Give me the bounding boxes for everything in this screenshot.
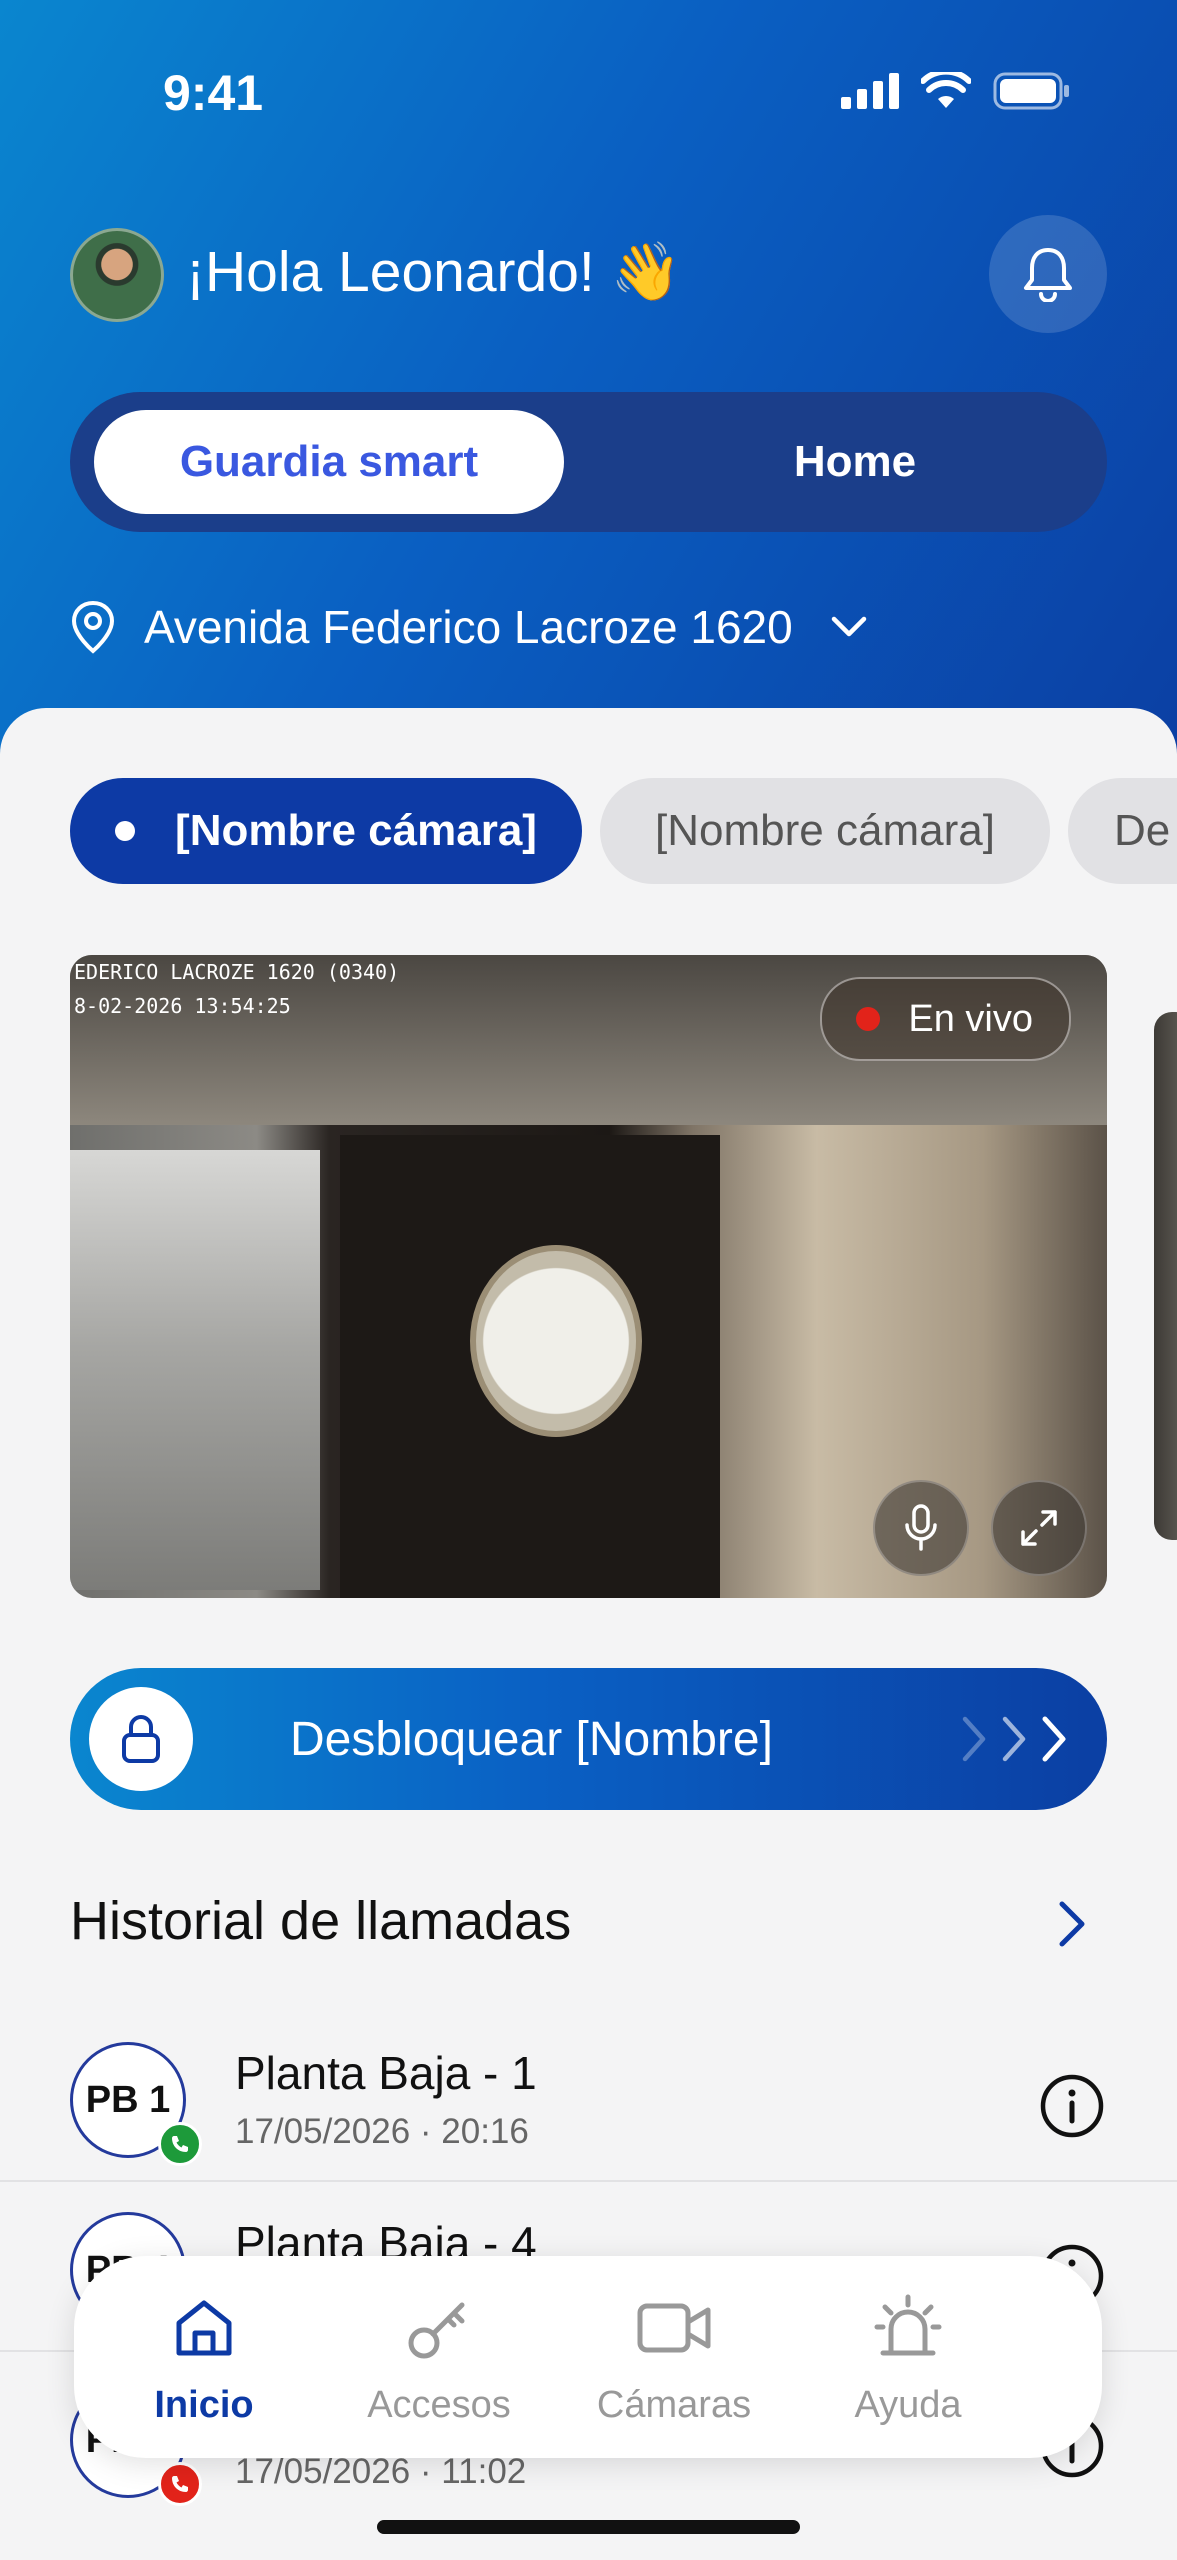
tab-label: Ayuda [854, 2384, 962, 2426]
camera-feed-street [70, 1150, 320, 1590]
camera-chip-selected[interactable]: [Nombre cámara] [70, 778, 582, 884]
segment-home[interactable]: Home [630, 410, 1080, 514]
segment-guardia-smart[interactable]: Guardia smart [94, 410, 564, 514]
status-icons [841, 72, 1071, 110]
camera-live-view[interactable]: EDERICO LACROZE 1620 (0340) 8-02-2026 13… [70, 955, 1107, 1598]
video-camera-icon [636, 2288, 712, 2368]
camera-timestamp-overlay: EDERICO LACROZE 1620 (0340) 8-02-2026 13… [70, 955, 399, 1023]
chevron-right-icon [1042, 1716, 1066, 1762]
header: 9:41 ¡Hola Leonardo! 👋 Guardia smart Hom… [0, 0, 1177, 780]
signal-icon [841, 73, 899, 109]
status-bar: 9:41 [0, 0, 1177, 190]
camera-chip[interactable]: [Nombre cámara] [600, 778, 1050, 884]
call-history-row[interactable]: PB 1 Planta Baja - 1 17/05/2026 · 20:16 [0, 2012, 1177, 2182]
siren-icon [873, 2288, 943, 2368]
home-indicator [377, 2520, 800, 2534]
avatar[interactable] [70, 228, 164, 322]
info-icon[interactable] [1038, 2072, 1106, 2140]
home-icon [171, 2288, 237, 2368]
location-pin-icon [71, 600, 115, 654]
chevron-right-icon [1002, 1716, 1026, 1762]
live-badge: En vivo [820, 977, 1071, 1061]
camera-overlay-datetime: 8-02-2026 13:54:25 [74, 994, 291, 1018]
unlock-label: Desbloquear [Nombre] [290, 1712, 773, 1766]
camera-chips: [Nombre cámara] [Nombre cámara] De [70, 778, 1177, 884]
tab-label: Accesos [367, 2384, 511, 2426]
camera-feed-window [470, 1245, 642, 1437]
unlock-handle[interactable] [89, 1687, 193, 1791]
battery-icon [993, 72, 1069, 110]
camera-overlay-address: EDERICO LACROZE 1620 (0340) [74, 960, 400, 984]
notifications-button[interactable] [989, 215, 1107, 333]
camera-next-preview[interactable] [1154, 1012, 1177, 1540]
answered-call-icon [158, 2122, 202, 2166]
camera-chip-partial[interactable]: De [1068, 778, 1177, 884]
unlock-chevrons [957, 1668, 1071, 1810]
chevron-down-icon [831, 616, 866, 637]
fullscreen-button[interactable] [991, 1480, 1087, 1576]
live-label: En vivo [908, 997, 1033, 1040]
tab-accesos[interactable]: Accesos [329, 2256, 549, 2458]
call-time: 17/05/2026 · 11:02 [235, 2452, 527, 2491]
location-address: Avenida Federico Lacroze 1620 [144, 601, 793, 653]
greeting-title: ¡Hola Leonardo! 👋 [186, 240, 682, 304]
wifi-icon [921, 72, 971, 108]
call-history-title: Historial de llamadas [70, 1891, 572, 1951]
unlock-slider[interactable]: Desbloquear [Nombre] [70, 1668, 1107, 1810]
status-time: 9:41 [163, 65, 264, 121]
live-dot-icon [856, 1007, 881, 1031]
mode-segmented-control: Guardia smart Home [70, 392, 1107, 532]
key-icon [404, 2288, 474, 2368]
tab-label: Inicio [154, 2384, 254, 2426]
missed-call-icon [158, 2462, 202, 2506]
microphone-icon [905, 1504, 937, 1551]
expand-icon [1021, 1510, 1057, 1546]
tab-label: Cámaras [596, 2384, 752, 2426]
chevron-right-icon [962, 1716, 986, 1762]
microphone-button[interactable] [873, 1480, 969, 1576]
lock-icon [122, 1715, 160, 1763]
call-title: Planta Baja - 1 [235, 2047, 537, 2099]
tab-ayuda[interactable]: Ayuda [798, 2256, 1018, 2458]
camera-chip-label: [Nombre cámara] [175, 806, 537, 855]
tab-camaras[interactable]: Cámaras [564, 2256, 784, 2458]
call-history-more-icon[interactable] [1052, 1896, 1092, 1952]
bottom-tab-bar: Inicio Accesos Cámaras Ayuda [74, 2256, 1102, 2458]
selected-dot [115, 821, 136, 841]
call-time: 17/05/2026 · 20:16 [235, 2112, 529, 2151]
bell-icon [1024, 248, 1072, 302]
tab-inicio[interactable]: Inicio [94, 2256, 314, 2458]
location-selector[interactable]: Avenida Federico Lacroze 1620 [70, 600, 867, 654]
